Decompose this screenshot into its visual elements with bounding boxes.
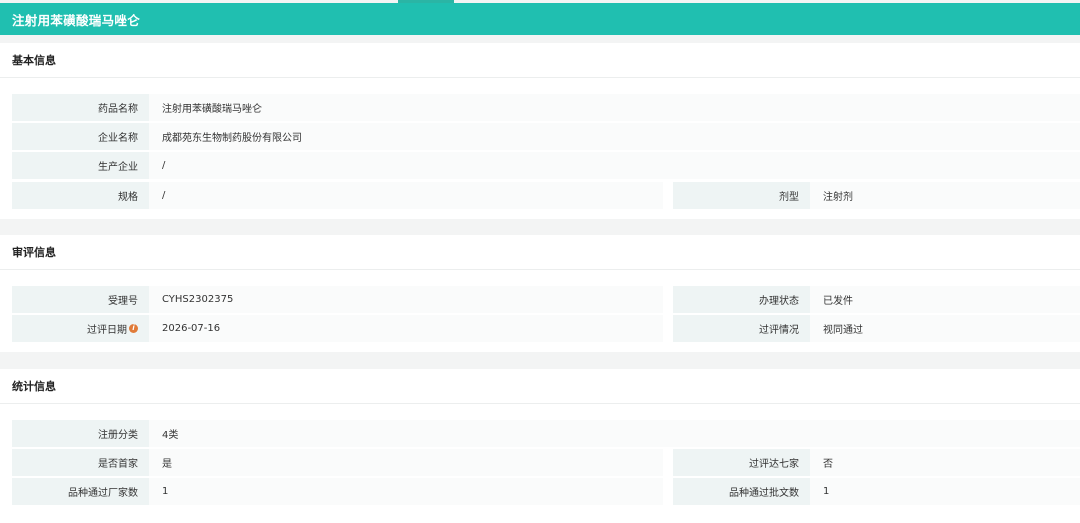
row-first-company: 是否首家 是 [12,449,663,476]
row-drug-name: 药品名称 注射用苯磺酸瑞马唑仑 [12,94,1080,121]
field-value: 2026-07-16 [149,315,663,342]
field-value: 视同通过 [810,315,1080,342]
row-registration-class: 注册分类 4类 [12,420,1080,447]
field-label: 是否首家 [12,449,149,476]
field-label: 过评达七家 [673,449,810,476]
row-manufacturer: 生产企业 / [12,152,1080,179]
field-value: / [149,182,663,209]
section-title-stats: 统计信息 [0,369,1080,404]
field-value: 1 [149,478,663,505]
page-header: 注射用苯磺酸瑞马唑仑 [0,3,1080,35]
field-value: 注射用苯磺酸瑞马唑仑 [149,94,1080,121]
row-seven-companies: 过评达七家 否 [673,449,1080,476]
row-dosage-form: 剂型 注射剂 [673,182,1080,209]
field-value: 否 [810,449,1080,476]
field-label: 企业名称 [12,123,149,150]
stats-info-section: 统计信息 注册分类 4类 是否首家 是 过评达七家 否 品种通过厂家数 1 品种… [0,369,1080,523]
row-handling-status: 办理状态 已发件 [673,286,1080,313]
row-acceptance-no: 受理号 CYHS2302375 [12,286,663,313]
field-label: 受理号 [12,286,149,313]
field-label: 过评日期 i [12,315,149,342]
field-value: CYHS2302375 [149,286,663,313]
field-label-text: 过评日期 [87,325,127,336]
field-label: 剂型 [673,182,810,209]
row-passed-manufacturers: 品种通过厂家数 1 [12,478,663,505]
field-label: 注册分类 [12,420,149,447]
field-value: 1 [810,478,1080,505]
field-value: / [149,152,1080,179]
section-title-review: 审评信息 [0,235,1080,270]
page-title: 注射用苯磺酸瑞马唑仑 [12,12,141,28]
field-label: 办理状态 [673,286,810,313]
field-value: 注射剂 [810,182,1080,209]
field-label: 药品名称 [12,94,149,121]
basic-info-section: 基本信息 药品名称 注射用苯磺酸瑞马唑仑 企业名称 成都苑东生物制药股份有限公司… [0,43,1080,219]
field-value: 已发件 [810,286,1080,313]
section-title-basic: 基本信息 [0,43,1080,78]
field-label: 品种通过厂家数 [12,478,149,505]
row-approval-result: 过评情况 视同通过 [673,315,1080,342]
field-label: 品种通过批文数 [673,478,810,505]
field-value: 是 [149,449,663,476]
row-spec: 规格 / [12,182,663,209]
field-value: 4类 [149,420,1080,447]
field-label: 规格 [12,182,149,209]
info-icon[interactable]: i [129,324,138,333]
review-info-section: 审评信息 受理号 CYHS2302375 办理状态 已发件 过评日期 i 202… [0,235,1080,352]
row-passed-approvals: 品种通过批文数 1 [673,478,1080,505]
field-value: 成都苑东生物制药股份有限公司 [149,123,1080,150]
field-label: 过评情况 [673,315,810,342]
field-label: 生产企业 [12,152,149,179]
row-company-name: 企业名称 成都苑东生物制药股份有限公司 [12,123,1080,150]
row-approval-date: 过评日期 i 2026-07-16 [12,315,663,342]
